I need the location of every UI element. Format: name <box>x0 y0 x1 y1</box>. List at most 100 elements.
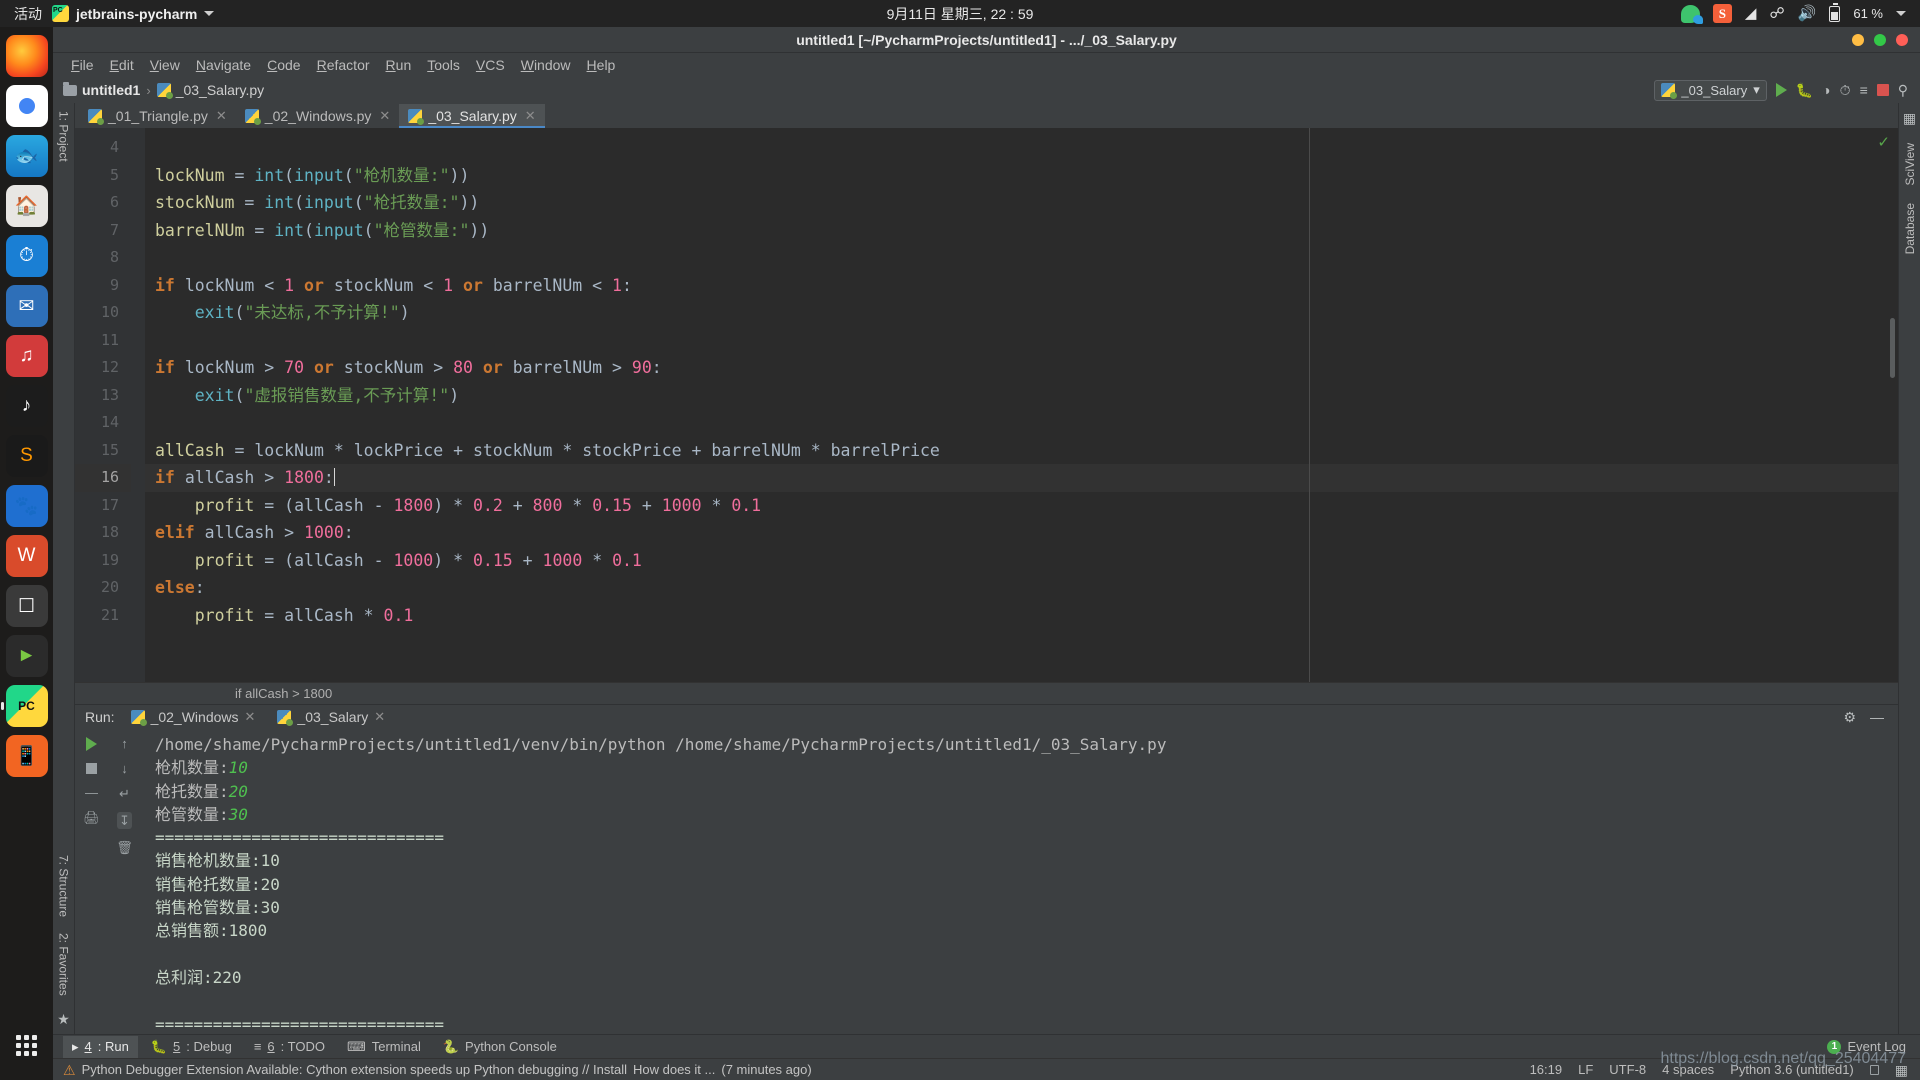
volume-icon[interactable]: 🔊 <box>1798 6 1817 21</box>
wechat-icon[interactable] <box>1680 4 1703 24</box>
run-tab-_02_Windows[interactable]: _02_Windows ✕ <box>127 708 260 726</box>
menu-item-run[interactable]: Run <box>378 55 420 75</box>
search-icon[interactable]: ⚲ <box>1898 83 1908 97</box>
menu-item-code[interactable]: Code <box>259 55 308 75</box>
code-area[interactable]: lockNum = int(input("枪机数量:")) stockNum = … <box>145 128 1898 682</box>
stop-icon[interactable] <box>1876 84 1889 96</box>
menu-item-vcs[interactable]: VCS <box>468 55 513 75</box>
editor-tab-_02_Windows-py[interactable]: _02_Windows.py ✕ <box>236 104 400 128</box>
code-line[interactable]: profit = (allCash - 1000) * 0.15 + 1000 … <box>145 547 1898 575</box>
code-line[interactable]: stockNum = int(input("枪托数量:")) <box>145 189 1898 217</box>
soft-wrap-icon[interactable]: ↵ <box>119 787 130 800</box>
close-run-tab-icon[interactable]: ✕ <box>245 709 256 725</box>
sidebar-item-database[interactable]: Database <box>1903 203 1917 254</box>
code-line[interactable]: if lockNum > 70 or stockNum > 80 or barr… <box>145 354 1898 382</box>
tool-window-button-terminal[interactable]: ⌨ Terminal <box>338 1036 430 1058</box>
line-separator[interactable]: LF <box>1578 1062 1593 1077</box>
trash-icon[interactable]: 🗑 <box>116 841 133 854</box>
code-line[interactable]: barrelNUm = int(input("枪管数量:")) <box>145 217 1898 245</box>
menu-item-refactor[interactable]: Refactor <box>309 55 378 75</box>
breadcrumb-project[interactable]: untitled1 <box>63 81 140 98</box>
scroll-to-end-icon[interactable]: ↧ <box>117 812 132 829</box>
caret-position[interactable]: 16:19 <box>1530 1062 1563 1077</box>
code-line[interactable] <box>145 134 1898 162</box>
editor-tab-_03_Salary-py[interactable]: _03_Salary.py ✕ <box>399 104 546 128</box>
code-folding-column[interactable] <box>131 128 145 682</box>
editor-scrollbar[interactable] <box>1890 318 1895 378</box>
dock-item-mail[interactable]: ✉ <box>5 285 48 327</box>
show-applications-button[interactable] <box>6 1024 48 1066</box>
editor-tab-_01_Triangle-py[interactable]: _01_Triangle.py ✕ <box>79 104 236 128</box>
close-tab-icon[interactable]: ✕ <box>216 108 227 124</box>
clock[interactable]: 9月11日 星期三, 22 : 59 <box>0 4 1920 24</box>
stop-process-icon[interactable] <box>86 763 97 774</box>
dock-item-thunder[interactable]: ⏱ <box>5 235 48 277</box>
dock-item-wps[interactable]: W <box>5 535 48 577</box>
inspection-ok-icon[interactable]: ✓ <box>1877 133 1890 151</box>
editor-breadcrumb[interactable]: if allCash > 1800 <box>75 682 1898 704</box>
profile-icon[interactable]: ⏱ <box>1840 83 1851 97</box>
file-encoding[interactable]: UTF-8 <box>1609 1062 1646 1077</box>
code-line[interactable]: else: <box>145 574 1898 602</box>
bluetooth-icon[interactable]: ☍ <box>1769 6 1784 21</box>
event-log-group[interactable]: 1 Event Log <box>1827 1039 1920 1054</box>
tool-window-button-debug[interactable]: 🐛 5: Debug <box>142 1036 241 1058</box>
console-output[interactable]: /home/shame/PycharmProjects/untitled1/ve… <box>141 729 1898 1034</box>
code-line[interactable] <box>145 409 1898 437</box>
dock-item-screenshot[interactable]: ☐ <box>5 585 48 627</box>
close-run-tab-icon[interactable]: ✕ <box>374 709 385 725</box>
coverage-icon[interactable]: ◑ <box>1822 83 1830 97</box>
sogou-input-icon[interactable]: S <box>1712 4 1732 23</box>
minimize-button[interactable] <box>1852 33 1864 46</box>
menu-item-file[interactable]: File <box>63 55 102 75</box>
close-button[interactable] <box>1896 33 1908 46</box>
indent-setting[interactable]: 4 spaces <box>1662 1062 1714 1077</box>
sidebar-item-project[interactable]: 1: Project <box>57 111 71 162</box>
dock-item-music[interactable]: ♫ <box>5 335 48 377</box>
code-line[interactable]: profit = (allCash - 1800) * 0.2 + 800 * … <box>145 492 1898 520</box>
close-tab-icon[interactable]: ✕ <box>379 108 390 124</box>
run-icon[interactable] <box>1775 83 1787 97</box>
run-configuration-selector[interactable]: _03_Salary ▾ <box>1654 79 1767 101</box>
dock-item-eagle[interactable]: 🐾 <box>5 485 48 527</box>
sidebar-item-favorites[interactable]: 2: Favorites <box>57 933 71 996</box>
code-line[interactable]: allCash = lockNum * lockPrice + stockNum… <box>145 437 1898 465</box>
code-line[interactable]: lockNum = int(input("枪机数量:")) <box>145 162 1898 190</box>
menu-item-tools[interactable]: Tools <box>419 55 468 75</box>
code-line[interactable] <box>145 327 1898 355</box>
code-line[interactable]: profit = allCash * 0.1 <box>145 602 1898 630</box>
lock-icon[interactable] <box>1869 1064 1879 1075</box>
down-arrow-icon[interactable]: ↓ <box>121 762 128 775</box>
dock-item-xiaomi[interactable]: 📱 <box>5 735 48 777</box>
settings-gear-icon[interactable]: ⚙ <box>1843 710 1856 724</box>
code-line[interactable] <box>145 244 1898 272</box>
tool-window-button-todo[interactable]: ≡ 6: TODO <box>245 1036 334 1057</box>
status-message[interactable]: Python Debugger Extension Available: Cyt… <box>82 1062 627 1077</box>
debug-icon[interactable]: 🐛 <box>1796 83 1813 97</box>
run-tab-_03_Salary[interactable]: _03_Salary ✕ <box>273 708 389 726</box>
menu-item-window[interactable]: Window <box>513 55 579 75</box>
menu-item-view[interactable]: View <box>142 55 188 75</box>
code-line[interactable]: exit("虚报销售数量,不予计算!") <box>145 382 1898 410</box>
dock-item-dolphin[interactable]: 🐟 <box>5 135 48 177</box>
rerun-icon[interactable] <box>86 737 97 751</box>
menu-item-help[interactable]: Help <box>579 55 624 75</box>
breadcrumb-file[interactable]: _03_Salary.py <box>156 82 264 99</box>
sidebar-item-sciview[interactable]: SciView <box>1903 143 1917 185</box>
editor[interactable]: 4 5 6 7 8 9 10 11 12 13 14 15 16 17 18 19 20 21 lockNum =… <box>75 128 1898 682</box>
sidebar-item-structure[interactable]: 7: Structure <box>57 855 71 917</box>
status-hint[interactable]: How does it ... <box>633 1062 715 1077</box>
code-line[interactable]: if allCash > 1800: <box>145 464 1898 492</box>
system-menu-chevron-icon[interactable] <box>1896 11 1906 16</box>
dock-item-files[interactable]: 🏠 <box>5 185 48 227</box>
dock-item-chrome[interactable] <box>5 85 48 127</box>
code-line[interactable]: elif allCash > 1000: <box>145 519 1898 547</box>
run-with-args-icon[interactable]: ≡ <box>1860 83 1868 97</box>
up-arrow-icon[interactable]: ↑ <box>121 737 128 750</box>
code-line[interactable]: exit("未达标,不予计算!") <box>145 299 1898 327</box>
tool-window-button-pythonconsole[interactable]: 🐍 Python Console <box>434 1036 566 1058</box>
dock-item-netease[interactable]: ♪ <box>5 385 48 427</box>
code-line[interactable]: if lockNum < 1 or stockNum < 1 or barrel… <box>145 272 1898 300</box>
dock-item-firefox[interactable] <box>5 35 48 77</box>
battery-icon[interactable] <box>1829 3 1841 22</box>
